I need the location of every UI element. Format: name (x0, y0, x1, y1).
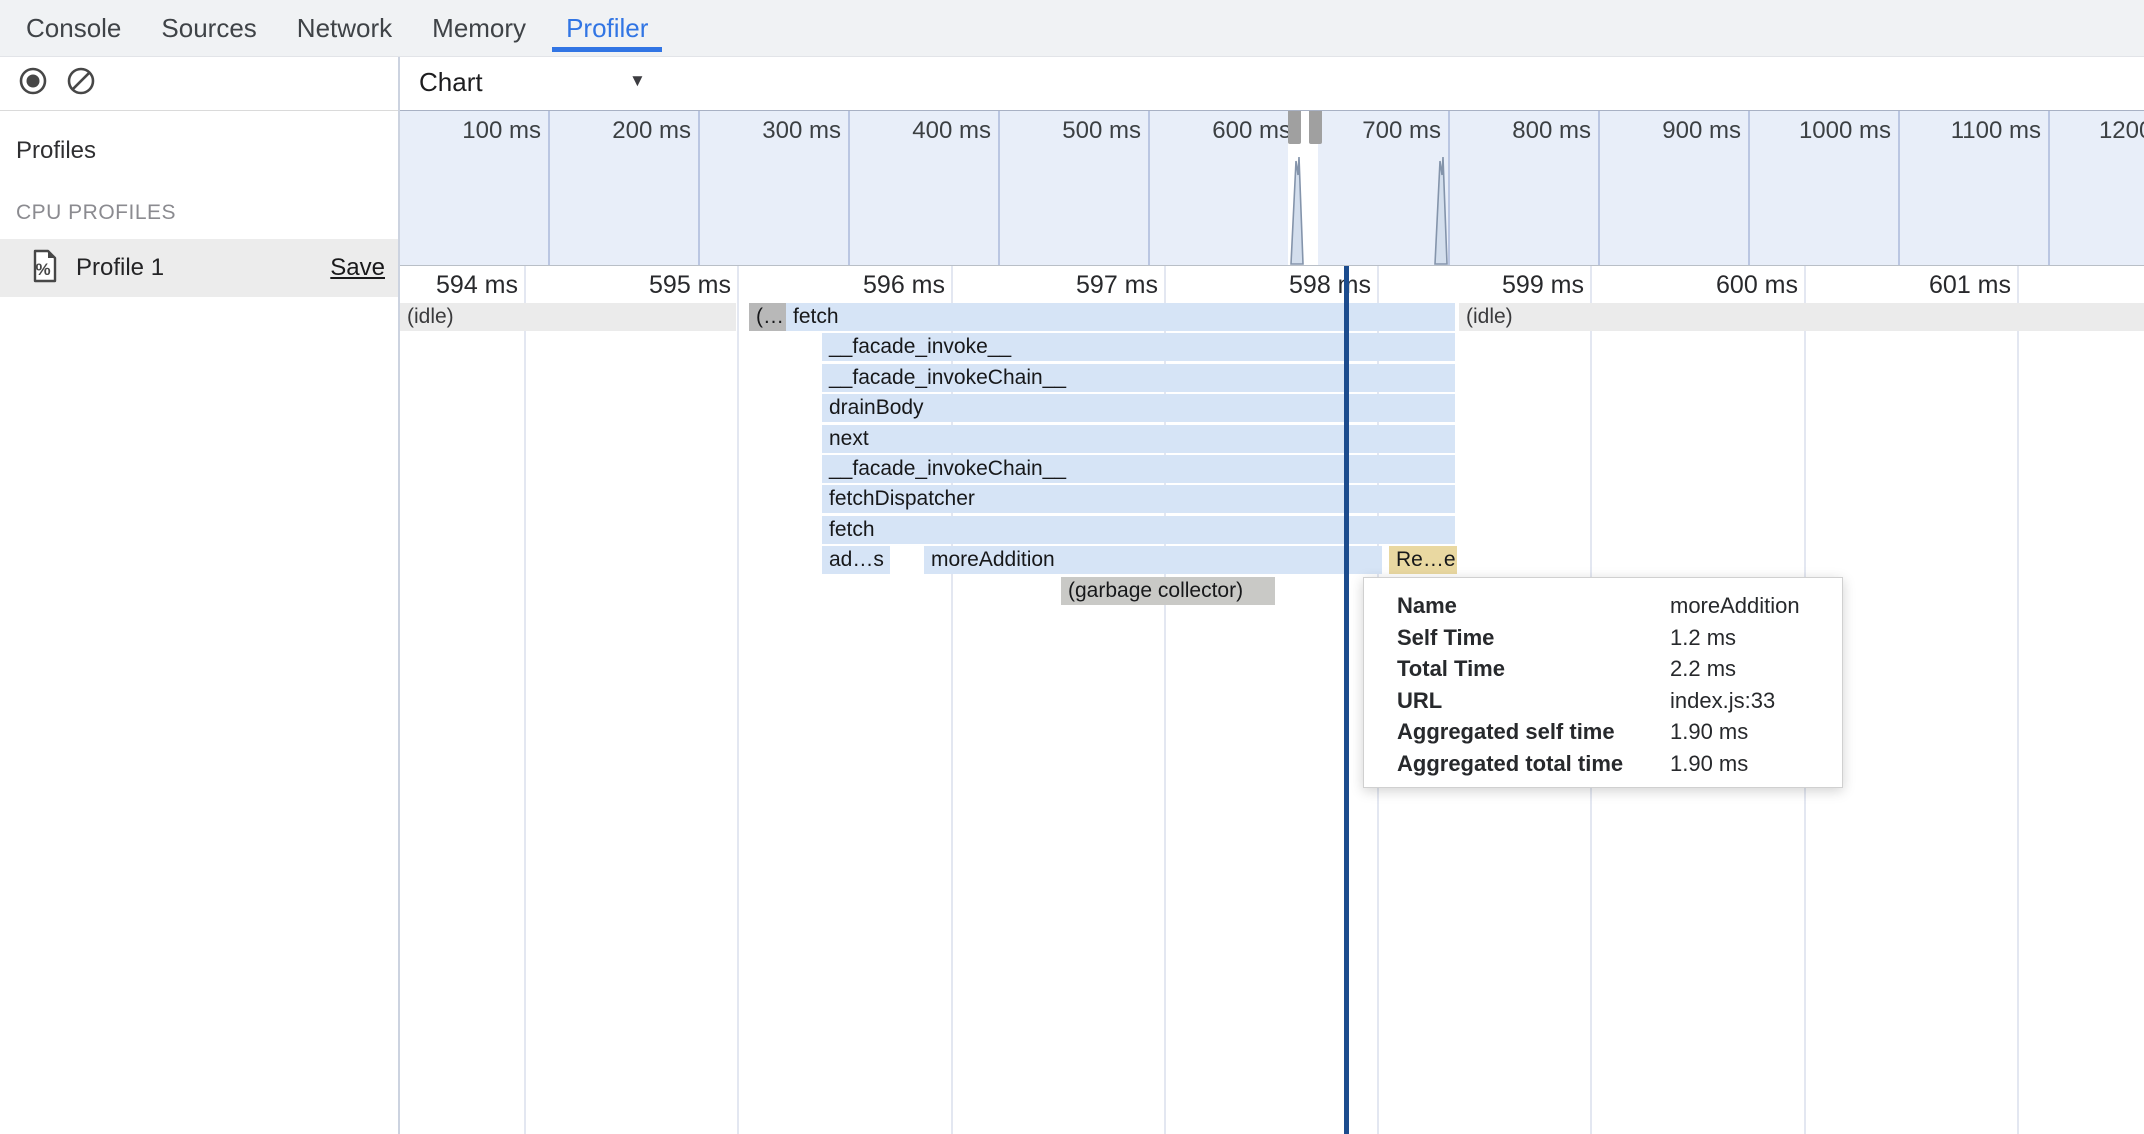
tooltip-label: Aggregated total time (1397, 748, 1670, 780)
flame-frame-drainbody[interactable]: drainBody (822, 394, 1455, 422)
flame-frame-next[interactable]: next (822, 425, 1455, 453)
tooltip-row: Self Time1.2 ms (1397, 622, 1822, 654)
profile-name: Profile 1 (76, 254, 164, 282)
ruler-tick-label: 595 ms (567, 271, 731, 300)
tooltip-label: Total Time (1397, 653, 1670, 685)
profiler-toolbar (0, 57, 398, 111)
tab-console[interactable]: Console (12, 0, 135, 56)
clear-icon (66, 66, 96, 101)
tab-profiler[interactable]: Profiler (552, 0, 662, 56)
flame-frame-moreaddition[interactable]: moreAddition (924, 546, 1382, 574)
flame-frame-idle[interactable]: (idle) (1459, 303, 2144, 331)
ruler-tick-label: 597 ms (994, 271, 1158, 300)
sidebar-item-profile-1[interactable]: % Profile 1 Save (0, 239, 398, 297)
tooltip-row: URLindex.js:33 (1397, 685, 1822, 717)
svg-text:%: % (35, 260, 50, 279)
tooltip-value: 2.2 ms (1670, 653, 1822, 685)
flame-frame-facade-invoke[interactable]: __facade_invoke__ (822, 333, 1455, 361)
tooltip-value: index.js:33 (1670, 685, 1822, 717)
flame-frame-[interactable]: (… (749, 303, 786, 331)
ruler-tick-label: 600 ms (1634, 271, 1798, 300)
flame-frame-fetch[interactable]: fetch (822, 516, 1455, 544)
flame-frame-facade-invokechain[interactable]: __facade_invokeChain__ (822, 364, 1455, 392)
tab-network[interactable]: Network (283, 0, 406, 56)
ruler-tick-label: 601 ms (1847, 271, 2011, 300)
tooltip-value: 1.2 ms (1670, 622, 1822, 654)
tooltip-value: 1.90 ms (1670, 748, 1822, 780)
profile-document-icon: % (32, 249, 58, 288)
tooltip-label: Aggregated self time (1397, 716, 1670, 748)
ruler-tick-label: 596 ms (781, 271, 945, 300)
time-gridline (2017, 266, 2019, 1134)
ruler-tick-label: 599 ms (1420, 271, 1584, 300)
ruler-tick-label: 594 ms (400, 271, 518, 300)
flame-frame-facade-invokechain[interactable]: __facade_invokeChain__ (822, 455, 1455, 483)
tooltip-row: Total Time2.2 ms (1397, 653, 1822, 685)
flame-frame-garbage-collector[interactable]: (garbage collector) (1061, 577, 1275, 605)
tab-memory[interactable]: Memory (418, 0, 540, 56)
cpu-activity-spikes (400, 111, 2144, 266)
tooltip-value: moreAddition (1670, 590, 1822, 622)
save-link[interactable]: Save (330, 254, 385, 282)
frame-tooltip: NamemoreAdditionSelf Time1.2 msTotal Tim… (1363, 577, 1843, 788)
tab-bar: ConsoleSourcesNetworkMemoryProfiler (0, 0, 2144, 57)
timeline-overview[interactable]: 100 ms200 ms300 ms400 ms500 ms600 ms700 … (400, 111, 2144, 266)
flame-frame-fetchdispatcher[interactable]: fetchDispatcher (822, 485, 1455, 513)
chevron-down-icon: ▼ (629, 71, 646, 91)
tooltip-row: Aggregated total time1.90 ms (1397, 748, 1822, 780)
clear-button[interactable] (66, 69, 96, 99)
tab-sources[interactable]: Sources (147, 0, 270, 56)
flame-frame-idle[interactable]: (idle) (400, 303, 736, 331)
tooltip-label: Name (1397, 590, 1670, 622)
sidebar: Profiles CPU PROFILES % Profile 1 Save (0, 57, 400, 1134)
record-button[interactable] (18, 69, 48, 99)
cpu-profiles-section-heading: CPU PROFILES (16, 201, 398, 225)
flame-frame-ad-s[interactable]: ad…s (822, 546, 890, 574)
view-mode-row: Chart ▼ (400, 57, 2144, 111)
tooltip-label: Self Time (1397, 622, 1670, 654)
time-gridline (737, 266, 739, 1134)
flame-frame-fetch[interactable]: fetch (786, 303, 1455, 331)
playhead-marker-line (1344, 266, 1349, 1134)
view-mode-select[interactable]: Chart (419, 67, 483, 98)
flame-frame-re-e[interactable]: Re…e (1389, 546, 1457, 574)
tooltip-row: Aggregated self time1.90 ms (1397, 716, 1822, 748)
record-icon (18, 66, 48, 101)
profiles-heading: Profiles (16, 137, 398, 165)
tooltip-label: URL (1397, 685, 1670, 717)
time-gridline (524, 266, 526, 1134)
tooltip-value: 1.90 ms (1670, 716, 1822, 748)
profiler-main-pane: Chart ▼ 100 ms200 ms300 ms400 ms500 ms60… (400, 57, 2144, 1134)
tooltip-row: NamemoreAddition (1397, 590, 1822, 622)
